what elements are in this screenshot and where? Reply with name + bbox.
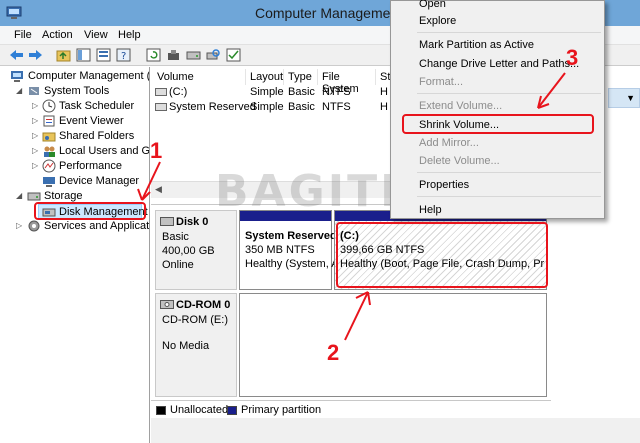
annotation-arrow-1: [141, 161, 161, 201]
computer-management-window: Computer Management File Action View Hel…: [0, 0, 640, 443]
annotation-arrow-2: [344, 291, 369, 341]
annotation-arrow-3: [537, 72, 566, 109]
annotation-arrows: [137, 72, 566, 341]
